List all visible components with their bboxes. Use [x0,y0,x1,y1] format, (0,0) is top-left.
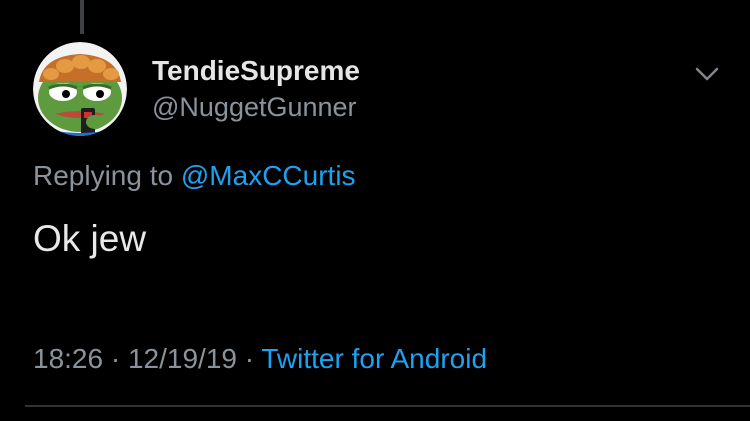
meta-separator: · [244,343,255,374]
tweet-source[interactable]: Twitter for Android [261,343,487,374]
pepe-avatar-icon [33,42,127,136]
replying-to-mention[interactable]: @MaxCCurtis [181,160,356,191]
replying-to-line: Replying to @MaxCCurtis [33,160,356,192]
tweet-date[interactable]: 12/19/19 [128,343,237,374]
thread-connector-line [80,0,84,34]
tweet-time[interactable]: 18:26 [33,343,103,374]
divider [25,405,750,407]
user-handle[interactable]: @NuggetGunner [152,92,357,123]
tweet-text: Ok jew [33,218,147,259]
avatar[interactable] [33,42,127,136]
tweet-meta: 18:26 · 12/19/19 · Twitter for Android [33,343,487,375]
replying-prefix: Replying to [33,160,174,191]
display-name[interactable]: TendieSupreme [152,55,360,87]
chevron-down-icon[interactable] [692,62,722,86]
meta-separator: · [110,343,121,374]
